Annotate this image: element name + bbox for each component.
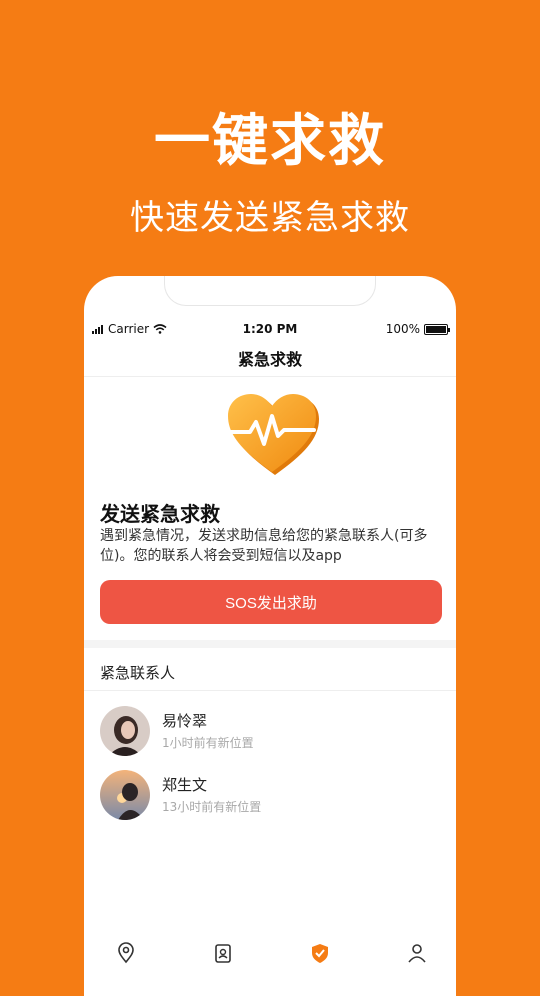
battery-icon <box>424 323 450 335</box>
contact-status: 1小时前有新位置 <box>162 736 254 750</box>
avatar <box>100 706 150 756</box>
section-heading: 发送紧急求救 <box>100 502 220 526</box>
contact-row[interactable]: 郑生文 13小时前有新位置 <box>100 770 440 822</box>
contact-name: 郑生文 <box>162 776 208 794</box>
nav-divider <box>84 376 456 377</box>
section-description: 遇到紧急情况，发送求助信息给您的紧急联系人(可多位)。您的联系人将会受到短信以及… <box>100 528 428 564</box>
battery-percent: 100% <box>385 322 420 336</box>
contact-status: 13小时前有新位置 <box>162 800 262 814</box>
promo-title: 一键求救 <box>154 109 386 174</box>
contact-name: 易怜翠 <box>162 712 208 730</box>
profile-icon[interactable] <box>406 942 428 964</box>
promo-subtitle: 快速发送紧急求救 <box>130 198 410 238</box>
phone-mockup: Carrier 1:20 PM 100% 紧急求救 发送紧急求救 遇到紧急情况，… <box>84 276 456 996</box>
phone-notch <box>164 276 376 306</box>
tab-bar <box>84 938 456 978</box>
contacts-divider <box>84 690 456 691</box>
contacts-header: 紧急联系人 <box>100 664 176 682</box>
contact-row[interactable]: 易怜翠 1小时前有新位置 <box>100 706 440 758</box>
avatar <box>100 770 150 820</box>
section-divider <box>84 640 456 648</box>
contacts-icon[interactable] <box>212 942 234 964</box>
location-pin-icon[interactable] <box>115 942 137 964</box>
page-title: 紧急求救 <box>237 350 302 369</box>
status-bar: Carrier 1:20 PM 100% <box>84 320 456 340</box>
heart-pulse-icon <box>228 394 319 475</box>
sos-button[interactable]: SOS发出求助 <box>100 580 442 624</box>
status-right: 100% <box>385 322 450 336</box>
shield-check-icon[interactable] <box>309 942 331 964</box>
